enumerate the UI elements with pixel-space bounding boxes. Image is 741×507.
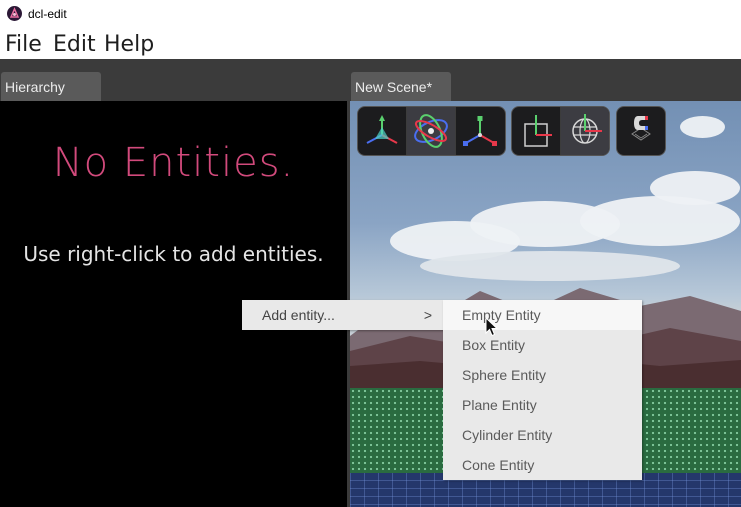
gizmo-space-group xyxy=(511,106,610,156)
empty-entity-menu-item[interactable]: Empty Entity xyxy=(443,300,642,330)
title-bar: dcl-edit xyxy=(0,0,741,28)
snap-group xyxy=(616,106,666,156)
context-menu: Add entity... > xyxy=(242,300,443,330)
box-entity-menu-item[interactable]: Box Entity xyxy=(443,330,642,360)
cloud xyxy=(650,171,740,205)
empty-hierarchy-title: No Entities. xyxy=(52,140,295,186)
tab-new-scene[interactable]: New Scene* xyxy=(351,72,451,101)
scale-gizmo-icon[interactable] xyxy=(456,107,505,155)
cloud xyxy=(680,116,725,138)
plane-entity-menu-item[interactable]: Plane Entity xyxy=(443,390,642,420)
cone-entity-menu-item[interactable]: Cone Entity xyxy=(443,450,642,480)
snap-magnet-icon[interactable] xyxy=(617,107,665,155)
rotate-gizmo-icon[interactable] xyxy=(407,107,456,155)
add-entity-menu-item[interactable]: Add entity... xyxy=(262,307,335,323)
translate-gizmo-icon[interactable] xyxy=(358,107,407,155)
cloud xyxy=(580,196,740,246)
cylinder-entity-menu-item[interactable]: Cylinder Entity xyxy=(443,420,642,450)
add-entity-submenu: Empty Entity Box Entity Sphere Entity Pl… xyxy=(443,300,642,480)
mouse-cursor-icon xyxy=(485,317,499,337)
menu-edit[interactable]: Edit xyxy=(53,32,96,57)
empty-hierarchy-hint: Use right-click to add entities. xyxy=(23,242,324,266)
local-space-icon[interactable] xyxy=(512,107,561,155)
gizmo-mode-group xyxy=(357,106,506,156)
tab-hierarchy[interactable]: Hierarchy xyxy=(1,72,101,101)
menu-file[interactable]: File xyxy=(5,32,42,57)
app-logo-icon xyxy=(7,6,22,21)
window-title: dcl-edit xyxy=(28,7,67,21)
global-space-icon[interactable] xyxy=(560,107,609,155)
submenu-arrow: > xyxy=(423,307,432,323)
menu-bar: File Edit Help xyxy=(0,28,741,59)
sphere-entity-menu-item[interactable]: Sphere Entity xyxy=(443,360,642,390)
menu-help[interactable]: Help xyxy=(104,32,154,57)
